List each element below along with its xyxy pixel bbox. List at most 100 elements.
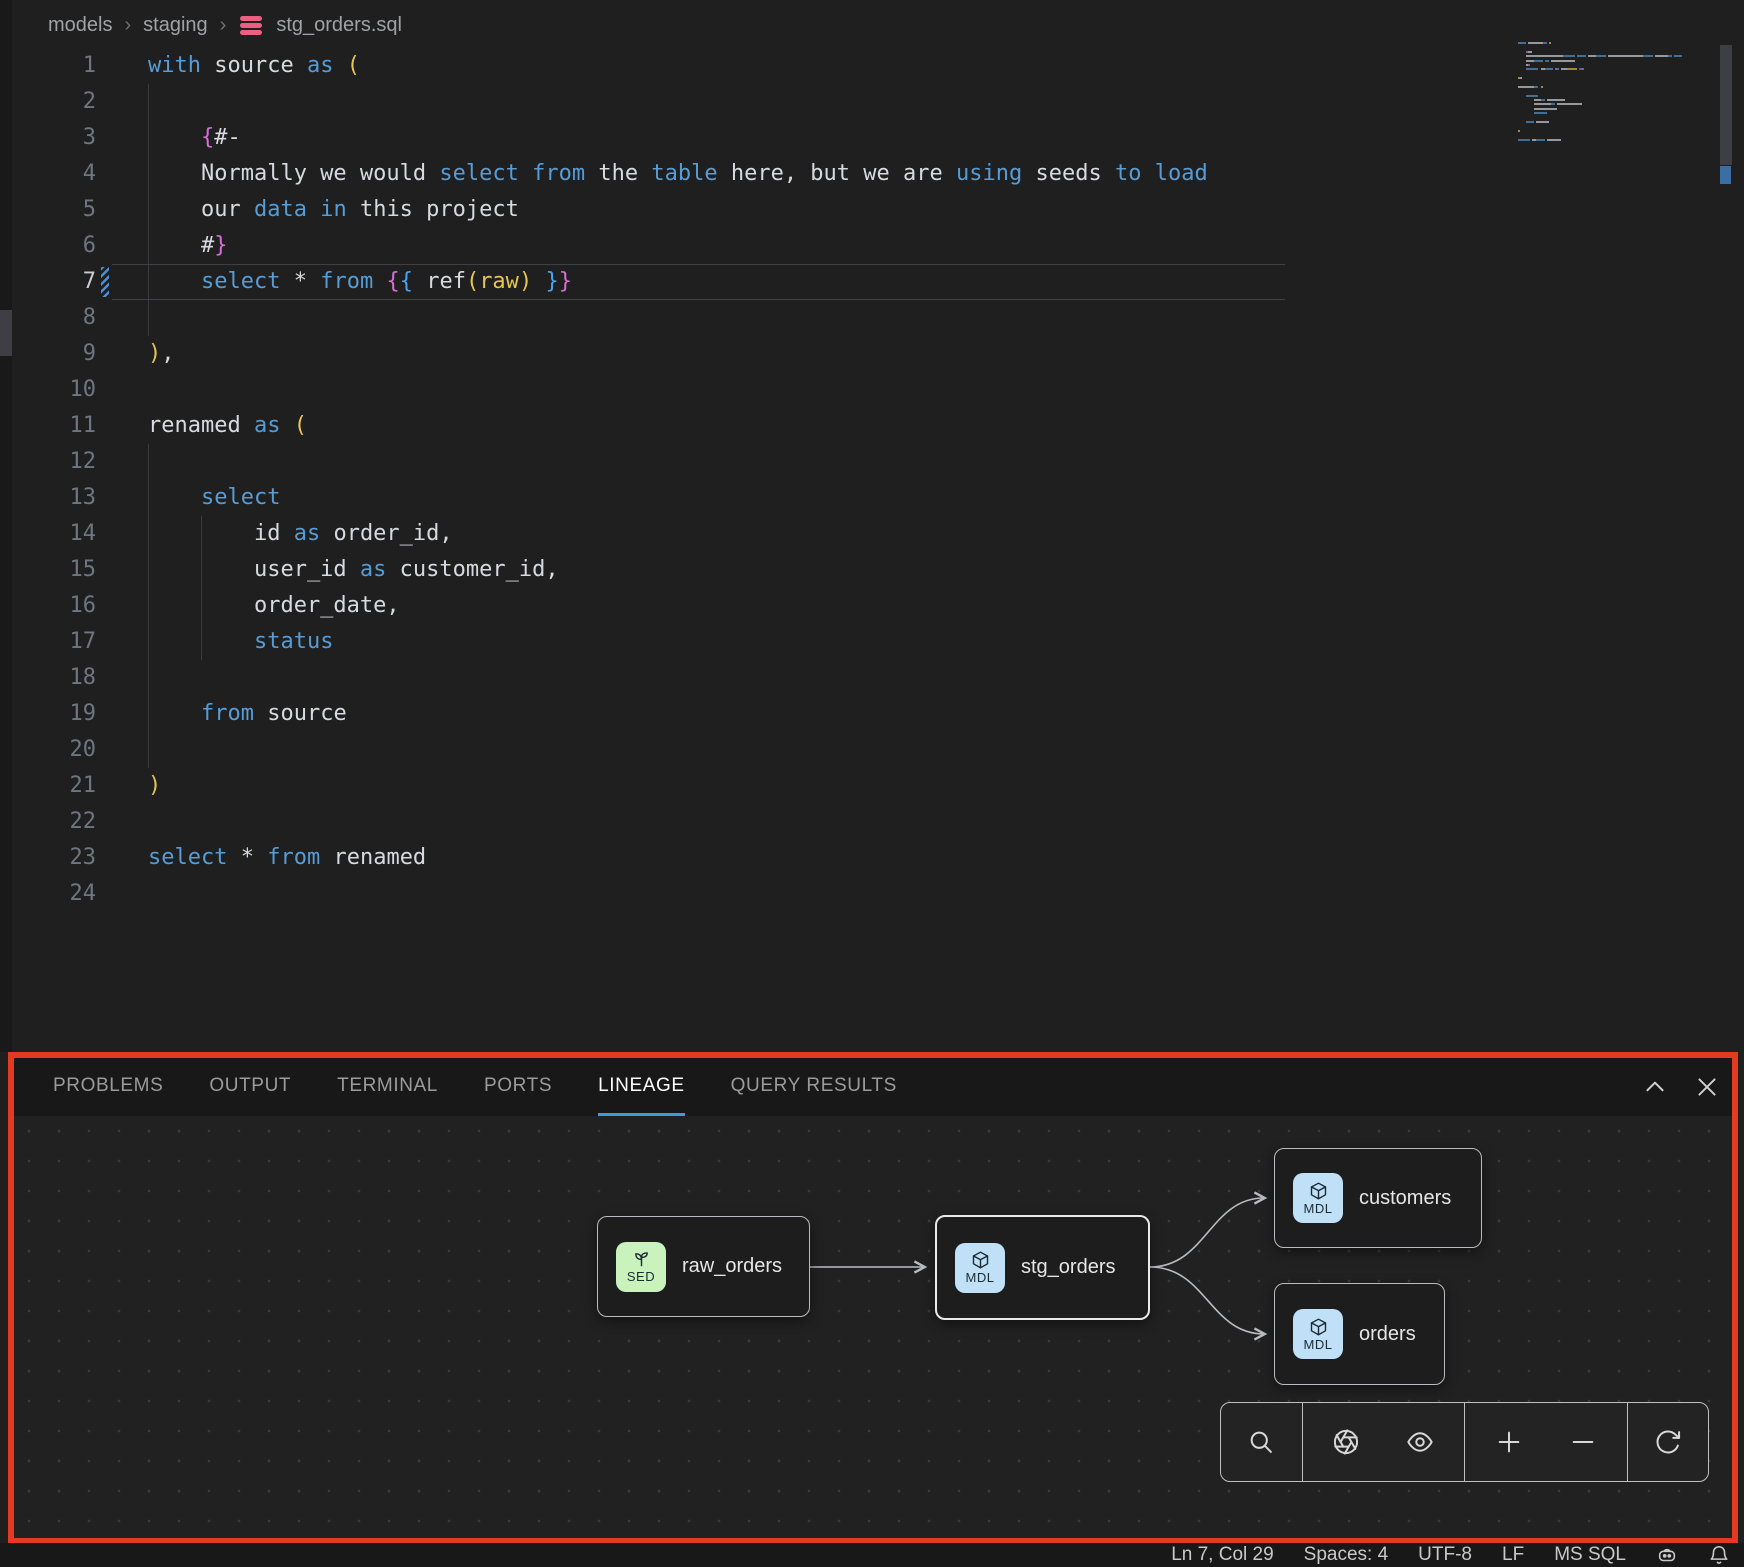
code-line[interactable]: 3 {#- — [0, 120, 1520, 156]
zoom-in-button[interactable] — [1479, 1412, 1539, 1472]
lineage-node-orders[interactable]: MDL orders — [1274, 1283, 1445, 1385]
code-line[interactable]: 23select * from renamed — [0, 840, 1520, 876]
code-text: id as order_id, — [112, 516, 453, 552]
tab-ports[interactable]: PORTS — [484, 1058, 552, 1116]
code-line[interactable]: 20 — [0, 732, 1520, 768]
visibility-button[interactable] — [1390, 1412, 1450, 1472]
search-button[interactable] — [1231, 1412, 1291, 1472]
gutter-marker — [96, 876, 112, 912]
code-text: our data in this project — [112, 192, 519, 228]
copilot-icon[interactable] — [1656, 1544, 1678, 1566]
search-icon — [1247, 1428, 1275, 1456]
line-number: 24 — [0, 876, 96, 912]
code-text: ) — [112, 768, 161, 804]
code-text: {#- — [112, 120, 241, 156]
code-line[interactable]: 10 — [0, 372, 1520, 408]
cube-icon — [970, 1250, 991, 1271]
status-spaces-4[interactable]: Spaces: 4 — [1304, 1544, 1389, 1566]
gutter-marker — [96, 588, 112, 624]
status-lf[interactable]: LF — [1502, 1544, 1524, 1566]
badge-label: MDL — [1304, 1201, 1333, 1216]
code-line[interactable]: 11renamed as ( — [0, 408, 1520, 444]
code-line[interactable]: 7 select * from {{ ref(raw) }} — [0, 264, 1520, 300]
gutter-marker — [96, 300, 112, 336]
node-label: stg_orders — [1021, 1256, 1116, 1279]
zoom-out-button[interactable] — [1553, 1412, 1613, 1472]
gutter-marker — [96, 120, 112, 156]
code-line[interactable]: 19 from source — [0, 696, 1520, 732]
line-number: 14 — [0, 516, 96, 552]
code-line[interactable]: 22 — [0, 804, 1520, 840]
tab-output[interactable]: OUTPUT — [209, 1058, 291, 1116]
bottom-panel: PROBLEMS OUTPUT TERMINAL PORTS LINEAGE QUERY … — [8, 1052, 1738, 1544]
lineage-node-stg-orders[interactable]: MDL stg_orders — [935, 1215, 1150, 1320]
gutter-marker — [96, 480, 112, 516]
code-line[interactable]: 24 — [0, 876, 1520, 912]
code-text: from source — [112, 696, 347, 732]
code-line[interactable]: 12 — [0, 444, 1520, 480]
code-line[interactable]: 15 user_id as customer_id, — [0, 552, 1520, 588]
badge-label: MDL — [966, 1270, 995, 1285]
breadcrumb-item-models[interactable]: models — [48, 14, 112, 37]
panel-tabs: PROBLEMS OUTPUT TERMINAL PORTS LINEAGE QUERY … — [14, 1058, 1732, 1116]
status-ln-7-col-29[interactable]: Ln 7, Col 29 — [1171, 1544, 1273, 1566]
code-line[interactable]: 5 our data in this project — [0, 192, 1520, 228]
line-number: 23 — [0, 840, 96, 876]
status-ms-sql[interactable]: MS SQL — [1554, 1544, 1626, 1566]
code-line[interactable]: 9), — [0, 336, 1520, 372]
aperture-button[interactable] — [1316, 1412, 1376, 1472]
close-icon[interactable] — [1694, 1074, 1720, 1100]
zoom-out-icon — [1569, 1428, 1597, 1456]
code-lines[interactable]: 1 with source as ( 23 {#-4 Normally we wou… — [0, 48, 1520, 912]
code-text: with source as ( — [112, 48, 360, 84]
code-line[interactable]: 13 select — [0, 480, 1520, 516]
line-number: 3 — [0, 120, 96, 156]
node-label: customers — [1359, 1187, 1451, 1210]
gutter-marker — [96, 444, 112, 480]
code-line[interactable]: 4 Normally we would select from the tabl… — [0, 156, 1520, 192]
lineage-canvas[interactable]: SED raw_orders MDL stg_orders MDL custom… — [14, 1116, 1732, 1538]
code-line[interactable]: 14 id as order_id, — [0, 516, 1520, 552]
gutter-marker — [96, 804, 112, 840]
code-line[interactable]: 2 — [0, 84, 1520, 120]
minimap[interactable] — [1518, 42, 1696, 154]
lineage-node-raw-orders[interactable]: SED raw_orders — [597, 1216, 810, 1317]
code-line[interactable]: 8 — [0, 300, 1520, 336]
bell-icon[interactable] — [1708, 1544, 1730, 1566]
line-number: 22 — [0, 804, 96, 840]
scrollbar-thumb[interactable] — [1720, 45, 1732, 165]
code-text — [112, 372, 148, 408]
refresh-button[interactable] — [1638, 1412, 1698, 1472]
minimap-modified-marker — [1720, 166, 1731, 184]
code-line[interactable]: 18 — [0, 660, 1520, 696]
gutter-marker — [96, 84, 112, 120]
breadcrumb-file[interactable]: stg_orders.sql — [276, 14, 402, 37]
code-line[interactable]: 21) — [0, 768, 1520, 804]
gutter-marker — [96, 192, 112, 228]
line-number: 1 — [0, 48, 96, 84]
code-line[interactable]: 6 #} — [0, 228, 1520, 264]
code-text: select * from {{ ref(raw) }} — [112, 264, 572, 300]
chevron-right-icon: › — [124, 14, 131, 37]
tab-query-results[interactable]: QUERY RESULTS — [731, 1058, 897, 1116]
code-text: renamed as ( — [112, 408, 307, 444]
lineage-node-customers[interactable]: MDL customers — [1274, 1148, 1482, 1248]
gutter-marker — [96, 228, 112, 264]
code-line[interactable]: 17 status — [0, 624, 1520, 660]
status-utf-8[interactable]: UTF-8 — [1418, 1544, 1472, 1566]
code-text — [112, 732, 148, 768]
code-line[interactable]: 16 order_date, — [0, 588, 1520, 624]
chevron-right-icon: › — [220, 14, 227, 37]
chevron-up-icon[interactable] — [1642, 1074, 1668, 1100]
code-text — [112, 804, 148, 840]
code-line[interactable]: 1 with source as ( — [0, 48, 1520, 84]
line-number: 19 — [0, 696, 96, 732]
breadcrumb-item-staging[interactable]: staging — [143, 14, 208, 37]
line-number: 2 — [0, 84, 96, 120]
line-number: 5 — [0, 192, 96, 228]
tab-lineage[interactable]: LINEAGE — [598, 1058, 685, 1116]
tab-problems[interactable]: PROBLEMS — [53, 1058, 163, 1116]
code-editor[interactable]: models › staging › stg_orders.sql 1 with … — [0, 0, 1744, 1052]
tab-terminal[interactable]: TERMINAL — [337, 1058, 438, 1116]
node-label: raw_orders — [682, 1255, 782, 1278]
